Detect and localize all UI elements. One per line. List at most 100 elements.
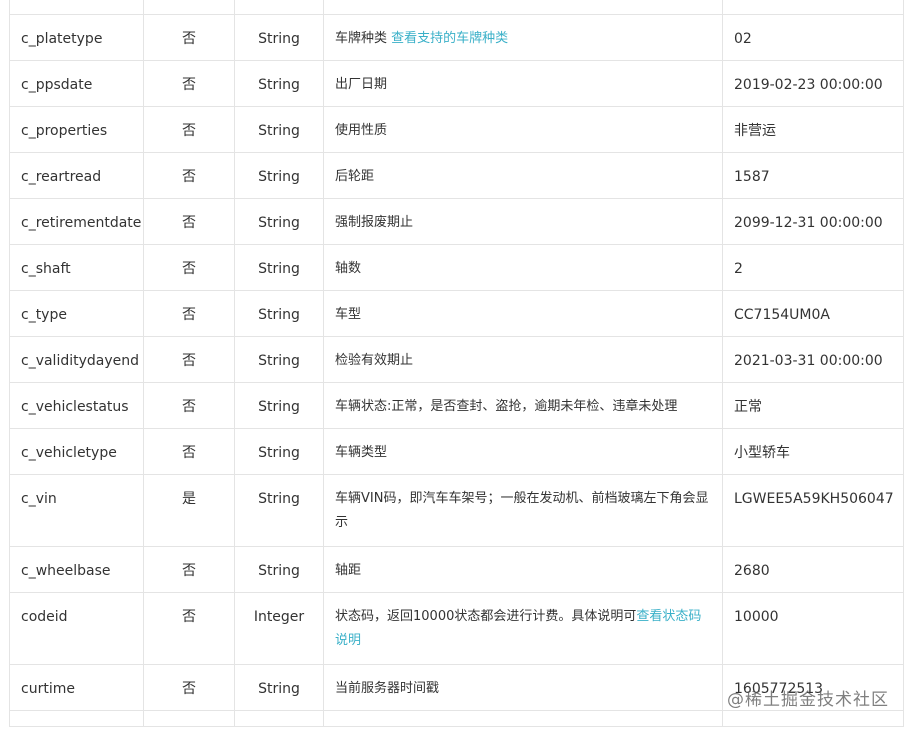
type-cell: String [234,474,324,547]
param-name-cell: codeid [9,592,144,665]
type-cell: String [234,244,324,291]
description-cell: 轴数 [323,244,723,291]
table-row-partial-bottom [9,710,904,727]
required-cell: 是 [143,474,235,547]
param-name-cell: c_properties [9,106,144,153]
example-value-cell: 1587 [722,152,904,199]
example-value-cell: 2680 [722,546,904,593]
param-name-cell: c_vehiclestatus [9,382,144,429]
example-value-cell: 2 [722,244,904,291]
type-cell: String [234,336,324,383]
type-cell: String [234,382,324,429]
type-cell: String [234,106,324,153]
description-cell: 出厂日期 [323,60,723,107]
required-cell: 否 [143,664,235,711]
description-text: 状态码，返回10000状态都会进行计费。具体说明可 [335,609,637,624]
param-name-cell: c_vehicletype [9,428,144,475]
description-text: 后轮距 [335,169,375,184]
example-value-cell: 小型轿车 [722,428,904,475]
description-text: 车辆状态:正常，是否查封、盗抢，逾期未年检、违章未处理 [335,399,678,414]
table-row: c_wheelbase 否 String 轴距 2680 [9,546,904,593]
param-name-cell: c_reartread [9,152,144,199]
example-value-cell: 02 [722,14,904,61]
description-cell: 车牌种类 查看支持的车牌种类 [323,14,723,61]
watermark: @稀土掘金技术社区 [727,690,889,710]
required-cell: 否 [143,152,235,199]
table-row: c_retirementdate 否 String 强制报废期止 2099-12-31 … [9,198,904,245]
description-cell: 状态码，返回10000状态都会进行计费。具体说明可查看状态码说明 [323,592,723,665]
description-text: 车牌种类 [335,31,392,46]
example-value-cell: 10000 [722,592,904,665]
table-row: c_shaft 否 String 轴数 2 [9,244,904,291]
required-cell: 否 [143,106,235,153]
table-row: c_vehiclestatus 否 String 车辆状态:正常，是否查封、盗抢，逾期… [9,382,904,429]
param-name-cell: c_platetype [9,14,144,61]
param-name-cell: c_wheelbase [9,546,144,593]
required-cell: 否 [143,290,235,337]
description-text: 当前服务器时间戳 [335,681,440,696]
example-value-cell: 2019-02-23 00:00:00 [722,60,904,107]
table-row: c_vin 是 String 车辆VIN码，即汽车车架号；一般在发动机、前档玻璃左下角… [9,474,904,547]
table-row: c_platetype 否 String 车牌种类 查看支持的车牌种类 02 [9,14,904,61]
description-text: 轴距 [335,563,362,578]
type-cell: String [234,428,324,475]
table-row: c_validitydayend 否 String 检验有效期止 2021-03-31 … [9,336,904,383]
table-row: c_vehicletype 否 String 车辆类型 小型轿车 [9,428,904,475]
param-name-cell: c_shaft [9,244,144,291]
required-cell: 否 [143,428,235,475]
description-cell: 检验有效期止 [323,336,723,383]
param-name-cell: curtime [9,664,144,711]
required-cell: 否 [143,336,235,383]
param-name-cell: c_type [9,290,144,337]
table-row: c_ppsdate 否 String 出厂日期 2019-02-23 00:00:00 [9,60,904,107]
description-cell: 车辆状态:正常，是否查封、盗抢，逾期未年检、违章未处理 [323,382,723,429]
description-text: 出厂日期 [335,77,388,92]
description-cell: 强制报废期止 [323,198,723,245]
required-cell: 否 [143,382,235,429]
param-name-cell: c_validitydayend [9,336,144,383]
type-cell: String [234,14,324,61]
example-value-cell: LGWEE5A59KH506047 [722,474,904,547]
description-text: 强制报废期止 [335,215,414,230]
description-text: 车辆类型 [335,445,388,460]
example-value-cell: 非营运 [722,106,904,153]
type-cell: String [234,664,324,711]
type-cell: String [234,198,324,245]
required-cell: 否 [143,244,235,291]
description-cell: 车型 [323,290,723,337]
description-link[interactable]: 查看支持的车牌种类 [391,31,508,46]
description-text: 车辆VIN码，即汽车车架号；一般在发动机、前档玻璃左下角会显示 [335,491,709,530]
param-name-cell: c_retirementdate [9,198,144,245]
table-row: c_type 否 String 车型 CC7154UM0A [9,290,904,337]
table-row: c_properties 否 String 使用性质 非营运 [9,106,904,153]
required-cell: 否 [143,14,235,61]
description-text: 检验有效期止 [335,353,414,368]
params-table: c_platetype 否 String 车牌种类 查看支持的车牌种类 02 c_ppsd… [9,0,904,727]
example-value-cell: 2099-12-31 00:00:00 [722,198,904,245]
required-cell: 否 [143,546,235,593]
example-value-cell: 正常 [722,382,904,429]
type-cell: String [234,290,324,337]
description-cell: 车辆类型 [323,428,723,475]
example-value-cell: 2021-03-31 00:00:00 [722,336,904,383]
table-row: c_reartread 否 String 后轮距 1587 [9,152,904,199]
type-cell: String [234,546,324,593]
description-cell: 轴距 [323,546,723,593]
params-table-body: c_platetype 否 String 车牌种类 查看支持的车牌种类 02 c_ppsd… [9,0,904,727]
required-cell: 否 [143,592,235,665]
description-text: 使用性质 [335,123,388,138]
description-cell: 使用性质 [323,106,723,153]
type-cell: String [234,60,324,107]
description-cell: 后轮距 [323,152,723,199]
required-cell: 否 [143,198,235,245]
table-row-partial-top [9,0,904,15]
description-text: 轴数 [335,261,362,276]
table-row: codeid 否 Integer 状态码，返回10000状态都会进行计费。具体说明可查… [9,592,904,665]
type-cell: String [234,152,324,199]
description-cell: 当前服务器时间戳 [323,664,723,711]
description-text: 车型 [335,307,362,322]
type-cell: Integer [234,592,324,665]
param-name-cell: c_ppsdate [9,60,144,107]
required-cell: 否 [143,60,235,107]
param-name-cell: c_vin [9,474,144,547]
